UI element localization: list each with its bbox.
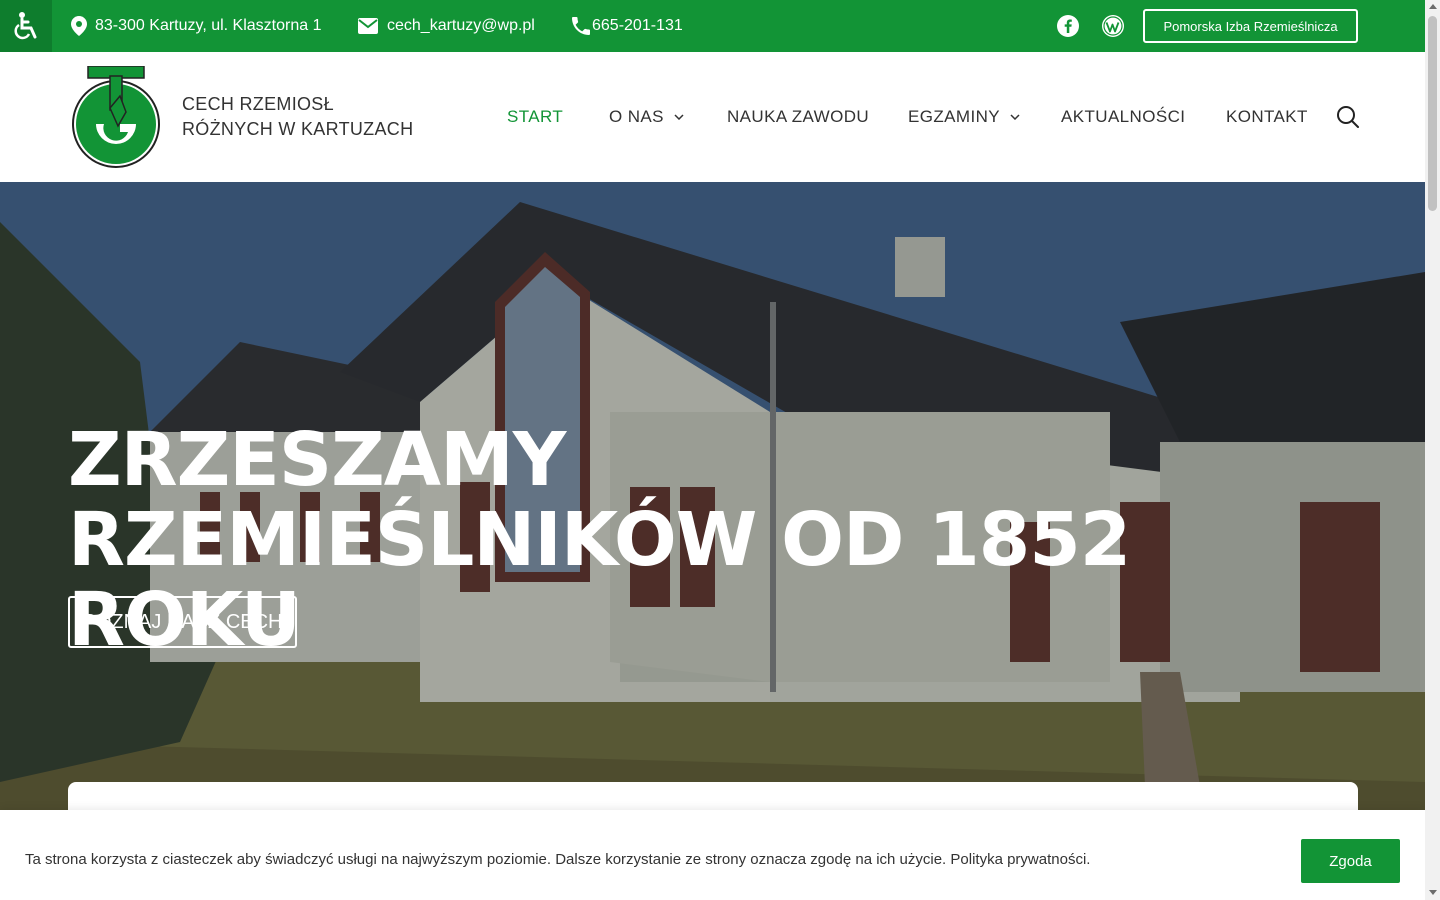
nav-o-nas[interactable]: O NAS — [609, 52, 684, 182]
nav-o-nas-label: O NAS — [609, 107, 664, 126]
phone-icon — [572, 17, 590, 35]
envelope-icon — [358, 18, 378, 34]
guild-logo[interactable] — [70, 66, 162, 170]
site-brand[interactable]: CECH RZEMIOSŁ RÓŻNYCH W KARTUZACH — [182, 92, 413, 142]
cookie-consent-bar: Ta strona korzysta z ciasteczek aby świa… — [0, 810, 1425, 900]
site-header: CECH RZEMIOSŁ RÓŻNYCH W KARTUZACH START … — [0, 52, 1425, 182]
address-text: 83-300 Kartuzy, ul. Klasztorna 1 — [95, 17, 322, 34]
cookie-message: Ta strona korzysta z ciasteczek aby świa… — [25, 851, 1091, 868]
chevron-down-icon — [674, 114, 684, 120]
nav-egzaminy[interactable]: EGZAMINY — [908, 52, 1020, 182]
phone-link[interactable]: 665-201-131 — [592, 17, 683, 35]
location-pin-icon — [71, 16, 87, 36]
phone-item[interactable]: 665-201-131 — [572, 0, 683, 52]
wordpress-icon[interactable] — [1101, 14, 1125, 38]
hero-headline-line-1: ZRZESZAMY — [68, 417, 566, 503]
brand-line-1: CECH RZEMIOSŁ — [182, 94, 334, 114]
nav-aktualnosci[interactable]: AKTUALNOŚCI — [1061, 52, 1185, 182]
facebook-icon[interactable] — [1056, 14, 1080, 38]
nav-nauka-zawodu[interactable]: NAUKA ZAWODU — [727, 52, 869, 182]
accessibility-icon — [14, 12, 37, 40]
scroll-thumb[interactable] — [1428, 16, 1437, 211]
hero-cta-button[interactable]: POZNAJ NASZ CECH — [68, 596, 297, 648]
top-contact-bar: 83-300 Kartuzy, ul. Klasztorna 1 cech_ka… — [0, 0, 1425, 52]
brand-line-2: RÓŻNYCH W KARTUZACH — [182, 119, 414, 139]
email-item[interactable]: cech_kartuzy@wp.pl — [358, 0, 535, 52]
chevron-down-icon — [1010, 114, 1020, 120]
nav-egzaminy-label: EGZAMINY — [908, 107, 1000, 126]
chamber-link-button[interactable]: Pomorska Izba Rzemieślnicza — [1143, 9, 1358, 43]
email-link[interactable]: cech_kartuzy@wp.pl — [387, 17, 535, 35]
search-icon[interactable] — [1336, 105, 1360, 129]
nav-kontakt[interactable]: KONTAKT — [1226, 52, 1308, 182]
page-scrollbar[interactable] — [1425, 0, 1440, 900]
scroll-up-arrow-icon[interactable] — [1429, 4, 1437, 9]
nav-start[interactable]: START — [507, 52, 563, 182]
accessibility-toggle[interactable] — [0, 0, 52, 52]
cookie-accept-button[interactable]: Zgoda — [1301, 839, 1400, 883]
scroll-down-arrow-icon[interactable] — [1429, 890, 1437, 895]
address-item: 83-300 Kartuzy, ul. Klasztorna 1 — [71, 0, 322, 52]
